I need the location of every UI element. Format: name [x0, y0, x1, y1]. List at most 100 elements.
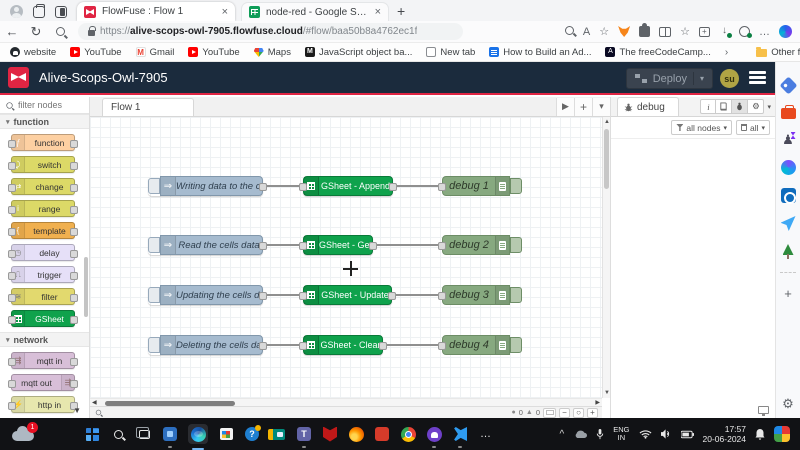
horizontal-scrollbar[interactable]: ◀ ▶: [90, 398, 602, 406]
volume-icon[interactable]: [661, 429, 672, 439]
address-bar[interactable]: https://alive-scops-owl-7905.flowfuse.cl…: [78, 23, 463, 40]
sidebar-tabs-dropdown-icon[interactable]: ▾: [767, 103, 771, 111]
red-app-button[interactable]: [374, 426, 390, 442]
input-port[interactable]: [299, 183, 307, 191]
more-menu-icon[interactable]: …: [759, 26, 770, 38]
bookmark-item[interactable]: YouTube: [70, 47, 121, 58]
palette-node-change[interactable]: ⇄change: [11, 178, 75, 195]
palette-search-input[interactable]: [18, 100, 78, 110]
debug-toggle-button[interactable]: [510, 237, 522, 253]
inject-node[interactable]: ⇒Updating the cells data: [148, 285, 263, 305]
downloads-icon[interactable]: ↓: [719, 26, 730, 37]
mcafee-button[interactable]: [322, 426, 338, 442]
input-port[interactable]: [438, 342, 446, 350]
palette-node-mqtt-in[interactable]: ⇶mqtt in: [11, 352, 75, 369]
tab-google-sheets[interactable]: node-red - Google Sheets ×: [241, 2, 389, 21]
palette-node-trigger[interactable]: ⎍trigger: [11, 266, 75, 283]
debug-node[interactable]: debug 4: [442, 335, 510, 355]
palette-node-template[interactable]: {template: [11, 222, 75, 239]
output-port[interactable]: [259, 242, 267, 250]
output-port[interactable]: [388, 292, 396, 300]
microsoft-store-button[interactable]: [218, 426, 234, 442]
output-port[interactable]: [259, 292, 267, 300]
reload-button[interactable]: ↻: [24, 24, 48, 40]
bookmark-item[interactable]: How to Build an Ad...: [489, 47, 591, 58]
inject-node[interactable]: ⇒Writing data to the cells: [148, 176, 263, 196]
browser-essentials-icon[interactable]: [739, 26, 750, 37]
tag-icon[interactable]: [779, 76, 797, 94]
palette-node-switch[interactable]: ⤸switch: [11, 156, 75, 173]
metamask-icon[interactable]: [618, 26, 630, 37]
palette-scrollbar[interactable]: [84, 257, 88, 317]
copilot-icon[interactable]: [781, 160, 796, 175]
canvas-search-icon[interactable]: [96, 410, 101, 415]
add-sidebar-app-button[interactable]: +: [784, 286, 792, 301]
gsheet-node[interactable]: GSheet - Update: [303, 285, 392, 305]
debug-filter-button[interactable]: all nodes ▾: [671, 120, 732, 135]
workspaces-icon[interactable]: [33, 6, 45, 18]
debug-toggle-button[interactable]: [510, 337, 522, 353]
input-port[interactable]: [438, 242, 446, 250]
bookmark-item[interactable]: MJavaScript object ba...: [305, 47, 412, 58]
scroll-thumb[interactable]: [105, 401, 235, 406]
config-tab-icon[interactable]: ⚙: [748, 99, 764, 114]
debug-toggle-button[interactable]: [510, 178, 522, 194]
chess-icon[interactable]: ♟: [781, 132, 796, 147]
tab-actions-icon[interactable]: [55, 6, 67, 18]
bookmarks-overflow-chevron[interactable]: ›: [725, 47, 728, 58]
battery-icon[interactable]: [681, 430, 694, 439]
split-screen-icon[interactable]: [659, 27, 671, 37]
output-port[interactable]: [259, 342, 267, 350]
bookmark-item[interactable]: AThe freeCodeCamp...: [605, 47, 710, 58]
palette-search[interactable]: [0, 97, 89, 114]
inject-button[interactable]: [148, 287, 160, 303]
edge-browser-button[interactable]: [188, 424, 208, 444]
user-avatar[interactable]: su: [720, 69, 739, 88]
snipping-overlay-icon[interactable]: [774, 426, 790, 442]
node-app-button[interactable]: [162, 426, 178, 442]
info-tab-icon[interactable]: i: [700, 99, 716, 114]
chrome-button[interactable]: [400, 426, 416, 442]
wifi-icon[interactable]: [639, 429, 652, 439]
tray-expand-icon[interactable]: ^: [560, 429, 565, 440]
palette-category-function[interactable]: ▾ function: [0, 114, 89, 129]
close-icon[interactable]: ×: [375, 6, 381, 18]
tree-icon[interactable]: [781, 244, 796, 259]
bookmark-item[interactable]: Maps: [254, 47, 291, 58]
bookmark-item[interactable]: website: [10, 47, 56, 58]
clock[interactable]: 17:5720-06-2024: [703, 424, 746, 444]
debug-tab-icon[interactable]: [732, 99, 748, 114]
favorite-star-icon[interactable]: ☆: [599, 25, 609, 38]
lock-icon[interactable]: [88, 30, 95, 36]
inject-node[interactable]: ⇒Deleting the cells data: [148, 335, 263, 355]
main-menu-icon[interactable]: [749, 71, 766, 86]
palette-node-mqtt-out[interactable]: mqtt out⇶: [11, 374, 75, 391]
task-view-button[interactable]: [136, 426, 152, 442]
input-port[interactable]: [299, 292, 307, 300]
input-port[interactable]: [299, 342, 307, 350]
debug-node[interactable]: debug 2: [442, 235, 510, 255]
inject-button[interactable]: [148, 237, 160, 253]
back-button[interactable]: ←: [0, 24, 24, 39]
add-flow-button[interactable]: +: [574, 98, 592, 116]
debug-clear-button[interactable]: all ▾: [736, 120, 770, 135]
start-button[interactable]: [84, 426, 100, 442]
tab-flowfuse[interactable]: FlowFuse : Flow 1 ×: [77, 2, 235, 21]
palette-node-function[interactable]: ffunction: [11, 134, 75, 151]
bookmark-item[interactable]: YouTube: [188, 47, 239, 58]
meet-app-button[interactable]: [270, 426, 286, 442]
new-tab-button[interactable]: +: [389, 3, 415, 21]
canvas-grid[interactable]: ⇒Writing data to the cells GSheet - Appe…: [90, 117, 602, 398]
palette-node-http-in[interactable]: ⚡http in: [11, 396, 75, 413]
debug-node[interactable]: debug 3: [442, 285, 510, 305]
input-port[interactable]: [438, 183, 446, 191]
extension-icon[interactable]: [639, 26, 650, 37]
collections-icon[interactable]: [699, 27, 710, 37]
other-favorites[interactable]: Other favorites: [756, 47, 800, 58]
notification-bell-icon[interactable]: [755, 429, 765, 440]
copilot-icon[interactable]: [779, 25, 792, 38]
bookmark-item[interactable]: MGmail: [136, 47, 175, 58]
bookmark-item[interactable]: New tab: [426, 47, 475, 58]
read-aloud-icon[interactable]: A: [583, 26, 590, 38]
tab-flow-1[interactable]: Flow 1: [102, 98, 194, 116]
